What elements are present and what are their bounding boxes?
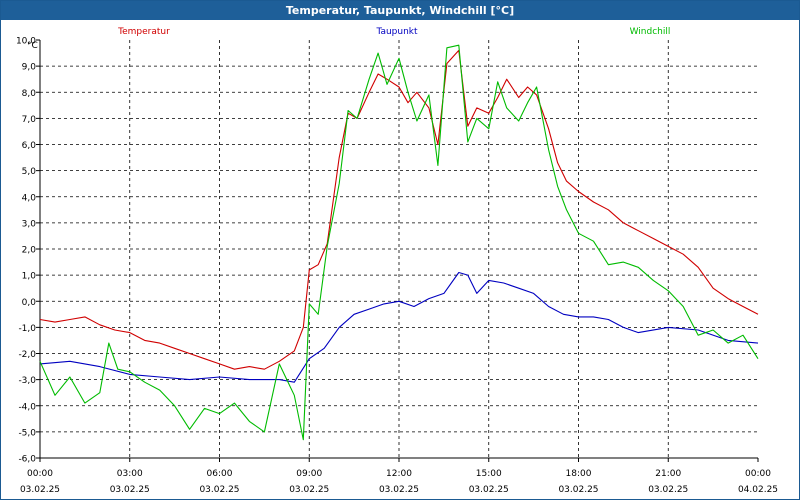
x-tick-time-label: 18:00 [566, 469, 592, 479]
y-tick-label: 1,0 [22, 272, 37, 282]
series-lines [39, 44, 759, 441]
y-tick-label: 3,0 [22, 219, 37, 229]
legend-entry-windchill: Windchill [630, 27, 671, 37]
y-tick-label: -2,0 [18, 350, 36, 360]
y-tick-label: 0,0 [22, 298, 37, 308]
y-tick-label: 6,0 [22, 141, 37, 151]
legend-entry-temperatur: Temperatur [117, 27, 170, 37]
x-tick-time-label: 00:00 [745, 469, 771, 479]
y-tick-label: -5,0 [18, 428, 36, 438]
y-tick-label: 5,0 [22, 167, 37, 177]
x-tick-time-label: 21:00 [655, 469, 681, 479]
x-tick-time-label: 15:00 [476, 469, 502, 479]
y-tick-label: 7,0 [22, 115, 37, 125]
x-tick-time-label: 06:00 [207, 469, 233, 479]
x-tick-date-label: 03.02.25 [199, 485, 239, 495]
y-tick-label: -6,0 [18, 455, 36, 465]
x-tick-date-label: 03.02.25 [469, 485, 509, 495]
y-tick-label: 4,0 [22, 193, 37, 203]
x-tick-date-label: 04.02.25 [738, 485, 778, 495]
y-tick-label: 8,0 [22, 89, 37, 99]
series-line-windchill [39, 44, 759, 441]
x-tick-date-label: 03.02.25 [289, 485, 329, 495]
x-tick-date-label: 03.02.25 [558, 485, 598, 495]
line-chart: 10,09,08,07,06,05,04,03,02,01,00,0-1,0-2… [16, 27, 778, 495]
x-tick-date-label: 03.02.25 [20, 485, 60, 495]
y-axis-unit-label: °C [27, 41, 38, 51]
y-tick-label: -3,0 [18, 376, 36, 386]
x-tick-time-label: 12:00 [386, 469, 412, 479]
x-tick-labels: 00:00 03.02.25 03:00 03.02.25 06:00 03.02.25 0… [20, 469, 778, 495]
x-tick-time-label: 09:00 [296, 469, 322, 479]
y-tick-label: 2,0 [22, 246, 37, 256]
grid-lines [40, 40, 758, 458]
y-tick-label: 9,0 [22, 63, 37, 73]
y-tick-labels: 10,09,08,07,06,05,04,03,02,01,00,0-1,0-2… [16, 37, 36, 465]
x-tick-time-label: 00:00 [27, 469, 53, 479]
legend-entry-taupunkt: Taupunkt [375, 27, 418, 37]
x-tick-date-label: 03.02.25 [110, 485, 150, 495]
y-tick-label: -4,0 [18, 402, 36, 412]
legend: Temperatur Taupunkt Windchill [117, 27, 670, 37]
y-tick-label: -1,0 [18, 324, 36, 334]
x-tick-time-label: 03:00 [117, 469, 143, 479]
x-tick-date-label: 03.02.25 [379, 485, 419, 495]
axes [36, 39, 759, 462]
x-tick-date-label: 03.02.25 [648, 485, 688, 495]
